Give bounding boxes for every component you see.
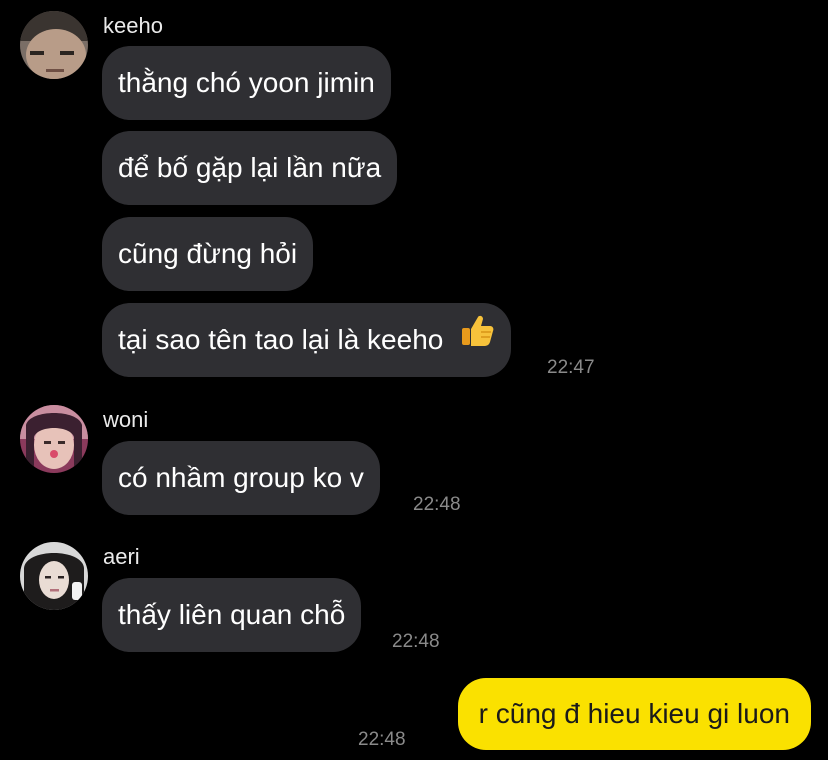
message-text: thằng chó yoon jimin (118, 67, 375, 98)
message-text: cũng đừng hỏi (118, 238, 298, 269)
avatar-keeho[interactable] (20, 11, 88, 79)
message-bubble[interactable]: cũng đừng hỏi (102, 217, 314, 291)
sender-name: keeho (103, 13, 163, 38)
sender-name: woni (103, 407, 149, 432)
message-bubble[interactable]: thằng chó yoon jimin (102, 46, 391, 120)
avatar-woni[interactable] (20, 405, 88, 473)
message-text: tại sao tên tao lại là keeho (118, 324, 444, 355)
message-bubble[interactable]: tại sao tên tao lại là keeho (102, 302, 512, 377)
message-bubble[interactable]: có nhầm group ko v (102, 441, 380, 515)
message-timestamp: 22:47 (547, 357, 595, 378)
message-bubble[interactable]: thấy liên quan chỗ (102, 578, 362, 652)
message-text: r cũng đ hieu kieu gi luon (478, 698, 790, 729)
message-text: có nhầm group ko v (118, 462, 364, 493)
message-timestamp: 22:48 (413, 494, 461, 515)
outgoing-message-bubble[interactable]: r cũng đ hieu kieu gi luon (457, 678, 811, 750)
message-bubble[interactable]: để bố gặp lại lần nữa (102, 131, 398, 205)
thumbs-up-icon (459, 302, 495, 376)
message-timestamp: 22:48 (392, 631, 440, 652)
message-text: để bố gặp lại lần nữa (118, 152, 382, 183)
avatar-aeri[interactable] (20, 542, 88, 610)
message-text: thấy liên quan chỗ (118, 599, 346, 630)
message-timestamp: 22:48 (358, 729, 406, 750)
sender-name: aeri (103, 544, 140, 569)
